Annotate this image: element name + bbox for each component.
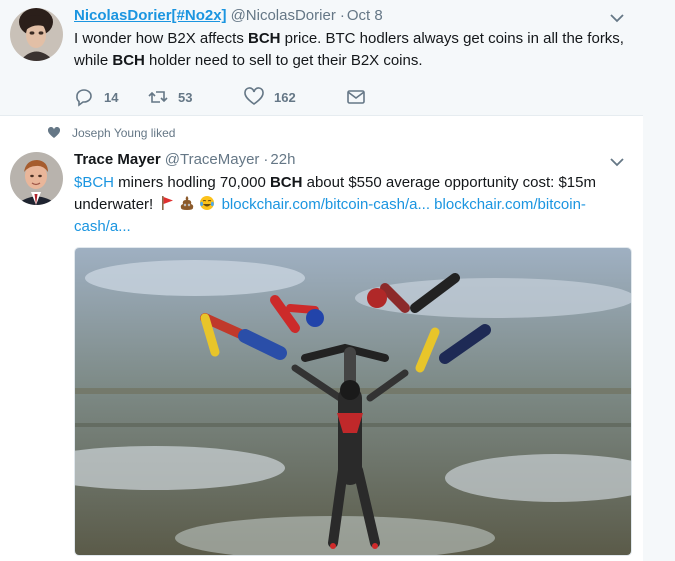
heart-icon [244,87,264,105]
retweet-button[interactable]: 53 [148,87,220,107]
like-button[interactable]: 162 [244,87,322,107]
retweet-count: 53 [178,89,193,105]
retweet-icon [148,91,168,103]
tweet-header: NicolasDorier[#No2x] @NicolasDorier · Oc… [74,6,625,26]
tweet-text: $BCH miners hodling 70,000 BCH about $55… [74,172,634,238]
text-segment: holder need to sell to get their B2X coi… [144,52,423,69]
separator-dot: · [339,7,345,24]
username[interactable]: @TraceMayer [165,150,260,170]
bold-keyword: BCH [112,52,145,69]
liked-context: Joseph Young liked [48,126,175,140]
right-rail [643,0,675,561]
blockchair-link-1[interactable]: blockchair.com/bitcoin-cash/a... [222,196,430,213]
like-count: 162 [274,89,296,105]
tweet-content: NicolasDorier[#No2x] @NicolasDorier · Oc… [74,6,625,72]
text-segment: I wonder how B2X affects [74,30,248,47]
tweet-text: I wonder how B2X affects BCH price. BTC … [74,28,634,72]
reply-icon [76,89,92,107]
bold-keyword: BCH [248,30,281,47]
skydivers-photo[interactable] [74,247,632,556]
text-segment: miners hodling 70,000 [114,174,270,191]
chevron-down-icon[interactable] [609,154,625,170]
timestamp[interactable]: 22h [270,150,295,170]
envelope-icon [347,90,365,104]
chevron-down-icon[interactable] [609,10,625,26]
username[interactable]: @NicolasDorier [231,6,336,26]
heart-icon [48,127,60,138]
fullname[interactable]: Trace Mayer [74,150,161,170]
tweet-nicolasdorier[interactable]: NicolasDorier[#No2x] @NicolasDorier · Oc… [0,0,643,116]
avatar[interactable] [10,8,63,61]
triangular-flag-emoji [162,196,174,210]
pile-of-poo-emoji [181,196,194,210]
separator-dot: · [263,151,269,168]
direct-message-button[interactable] [346,87,376,107]
tweet-tracemayer[interactable]: Joseph Young liked Trace Mayer @TraceMay… [0,116,643,561]
tweet-header: Trace Mayer @TraceMayer · 22h [74,150,625,170]
reply-button[interactable]: 14 [74,87,124,107]
timeline: NicolasDorier[#No2x] @NicolasDorier · Oc… [0,0,643,561]
tweet-actions: 14 53 162 [74,86,400,108]
fullname[interactable]: NicolasDorier[#No2x] [74,6,227,26]
bold-keyword: BCH [269,174,303,191]
cashtag-link[interactable]: $BCH [74,174,114,191]
tweet-content: Trace Mayer @TraceMayer · 22h $BCH miner… [74,150,625,238]
timestamp[interactable]: Oct 8 [347,6,383,26]
avatar[interactable] [10,152,63,205]
reply-count: 14 [104,89,119,105]
liked-context-text[interactable]: Joseph Young liked [72,126,175,140]
tears-of-joy-emoji [200,196,215,210]
